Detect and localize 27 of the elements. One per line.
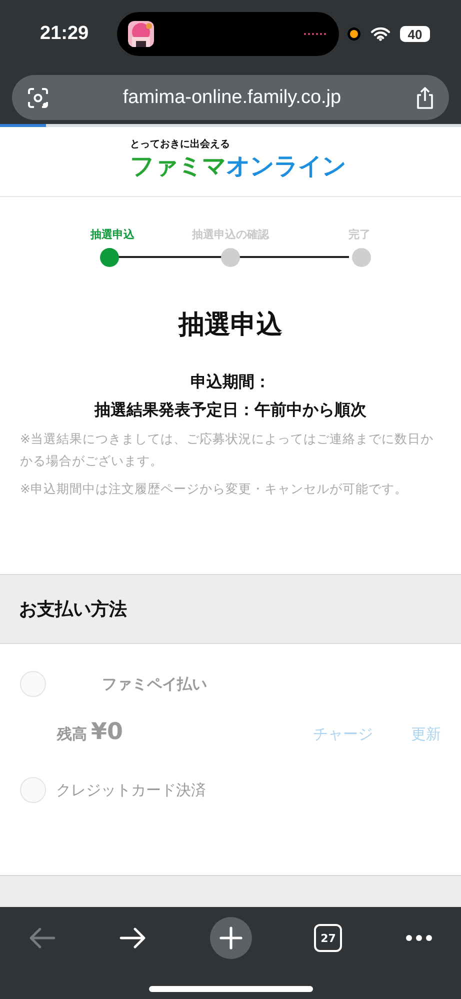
period-text: 抽選結果発表予定日：午前中から順次	[93, 399, 368, 421]
url-text: famima-online.family.co.jp	[122, 86, 342, 108]
wifi-icon	[371, 27, 390, 41]
logo-service: オンライン	[226, 152, 346, 180]
battery-icon: 40	[400, 26, 430, 42]
balance-label: 残高	[57, 725, 87, 744]
balance-amount: ¥0	[91, 719, 124, 745]
page-title: 抽選申込	[176, 309, 284, 342]
address-bar[interactable]: famima-online.family.co.jp	[12, 75, 449, 120]
note-text: ※当選結果につきましては、ご応募状況によってはご連絡までに数日かかる場合がございます。	[20, 430, 434, 470]
period-text: 申込期間：	[190, 371, 272, 393]
option-label: ファミペイ払い	[102, 674, 207, 694]
audio-dots-icon	[303, 32, 327, 36]
indicator-dot-icon	[347, 27, 361, 41]
share-icon[interactable]	[414, 86, 435, 110]
option-label: クレジットカード決済	[56, 780, 206, 800]
more-icon[interactable]	[405, 934, 433, 942]
logo-brand: ファミマ	[130, 152, 226, 180]
logo-tagline: とっておきに出会える	[130, 139, 230, 151]
tab-count-button[interactable]: 27	[314, 924, 342, 952]
status-time: 21:29	[40, 23, 90, 45]
plus-icon[interactable]	[210, 917, 252, 959]
note-text: ※申込期間中は注文履歴ページから変更・キャンセルが可能です。	[20, 480, 408, 498]
section-title: お支払い方法	[19, 598, 127, 621]
lens-icon[interactable]	[27, 86, 49, 108]
step-label: 抽選申込	[90, 227, 134, 242]
forward-arrow-icon[interactable]	[118, 927, 147, 949]
